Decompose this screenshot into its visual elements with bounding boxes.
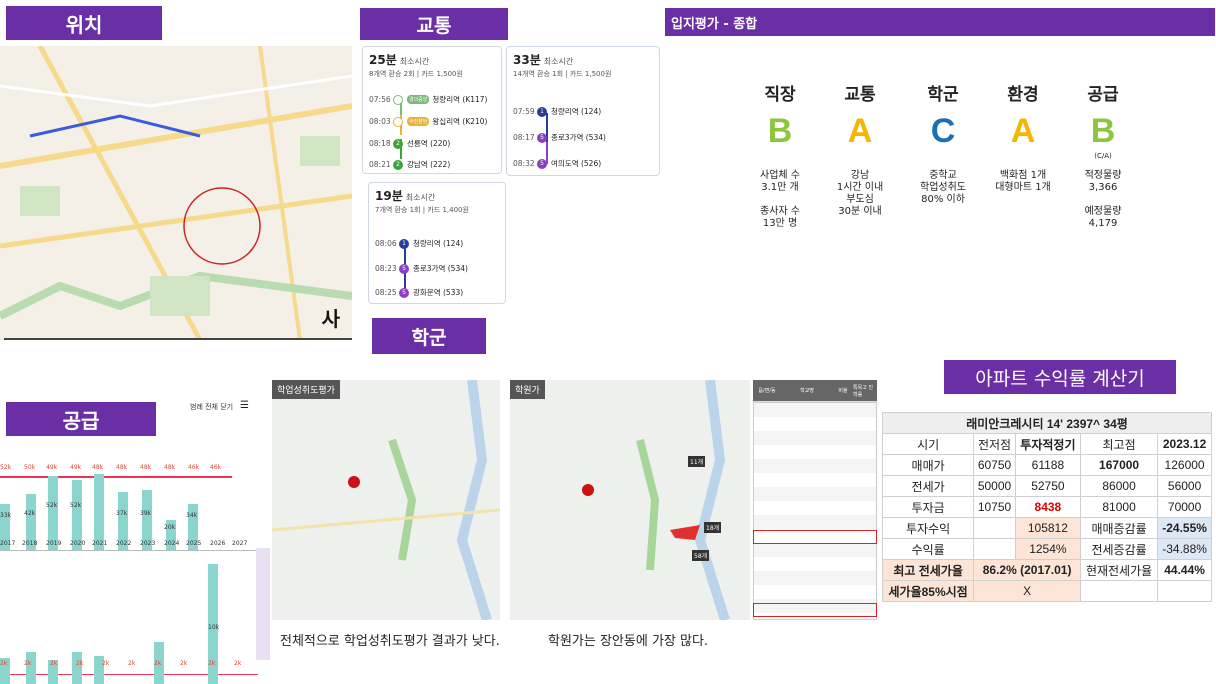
legend-toggle[interactable]: 범례 전체 닫기 [190,402,233,412]
map-title: 학원가 [510,380,545,399]
grade-work: 직장 B 사업체 수 3.1만 개 종사자 수 13만 명 [760,85,800,229]
route-summary: 14개역 환승 1회 | 카드 1,500원 [513,70,612,78]
academy-map-drawing [582,380,730,620]
map-title: 학업성취도평가 [272,380,340,399]
grade-school: 학군 C 중학교 학업성취도 80% 이하 [920,85,966,205]
route-stop: 08:03 수인분당 왕십리역 (K210) [369,116,488,127]
yield-calculator-table: 래미안크레시티 14' 2397^ 34평 시기 전저점 투자적정기 최고점 2023.… [881,412,1212,602]
transport-header: 교통 [360,8,508,40]
menu-icon[interactable]: ☰ [240,400,249,411]
line-badge: 경의중앙 [407,95,430,104]
evaluation-grades: 직장 B 사업체 수 3.1만 개 종사자 수 13만 명 교통 A 강남 1시간 이내… [740,80,1140,280]
grade-environment: 환경 A 백화점 1개 대형마트 1개 [995,85,1051,193]
map-corner-label: 사 [321,307,340,331]
route-stop: 08:23 5 종로3가역 (534) [375,263,468,274]
school-caption-2: 학원가는 장안동에 가장 많다. [548,634,709,649]
route-stop: 07:59 1 청량리역 (124) [513,106,602,117]
route-stop: 08:32 5 여의도역 (526) [513,158,602,169]
school-header: 학군 [372,318,486,354]
supply-chart: 2017 2018 2019 2020 2021 2022 2023 2024 … [0,420,258,684]
school-achievement-map[interactable]: 학업성취도평가 [272,380,500,620]
route-summary: 7개역 환승 1회 | 카드 1,400원 [375,206,469,214]
route-stop: 08:06 1 청량리역 (124) [375,238,464,249]
school-table: 읍/면/동 학교명 비율 특목고 진학률 [753,380,877,620]
achievement-map-drawing [272,380,500,620]
route-stop: 07:56 경의중앙 청량리역 (K117) [369,94,488,105]
route-card-3[interactable]: 19분 최소시간 7개역 환승 1회 | 카드 1,400원 08:06 1 청량리역… [368,182,506,304]
academy-map[interactable]: 학원가 11개 18개 58개 [510,380,750,620]
route-stop: 08:21 2 강남역 (222) [369,159,451,170]
school-caption-1: 전체적으로 학업성취도평가 결과가 낮다. [280,634,500,649]
route-time: 19분 최소시간 [375,189,436,203]
grade-supply: 공급 B (C/A) 적정물량 3,366 예정물량 4,179 [1084,85,1122,229]
location-header: 위치 [6,6,162,40]
calc-title: 래미안크레시티 14' 2397^ 34평 [882,412,1212,434]
academy-count-label: 58개 [692,550,710,561]
calculator-header: 아파트 수익률 계산기 [944,360,1176,394]
location-map[interactable]: 사 [0,46,352,340]
route-card-1[interactable]: 25분 최소시간 8개역 환승 2회 | 카드 1,500원 07:56 경의중앙 청… [362,46,502,174]
route-stop: 08:17 5 종로3가역 (534) [513,132,606,143]
location-map-drawing [0,46,352,340]
academy-count-label: 11개 [688,456,706,467]
academy-count-label: 18개 [704,522,722,533]
route-stop: 08:25 5 광화문역 (533) [375,287,464,298]
grade-transport: 교통 A 강남 1시간 이내 부도심 30분 이내 [836,85,884,217]
evaluation-header: 입지평가 - 종합 [665,8,1215,36]
route-time: 25분 최소시간 [369,53,430,67]
route-stop: 08:18 2 선릉역 (220) [369,138,451,149]
route-summary: 8개역 환승 2회 | 카드 1,500원 [369,70,463,78]
route-card-2[interactable]: 33분 최소시간 14개역 환승 1회 | 카드 1,500원 07:59 1 청량리… [506,46,660,176]
route-time: 33분 최소시간 [513,53,574,67]
chart-scroll-strip [256,548,270,660]
